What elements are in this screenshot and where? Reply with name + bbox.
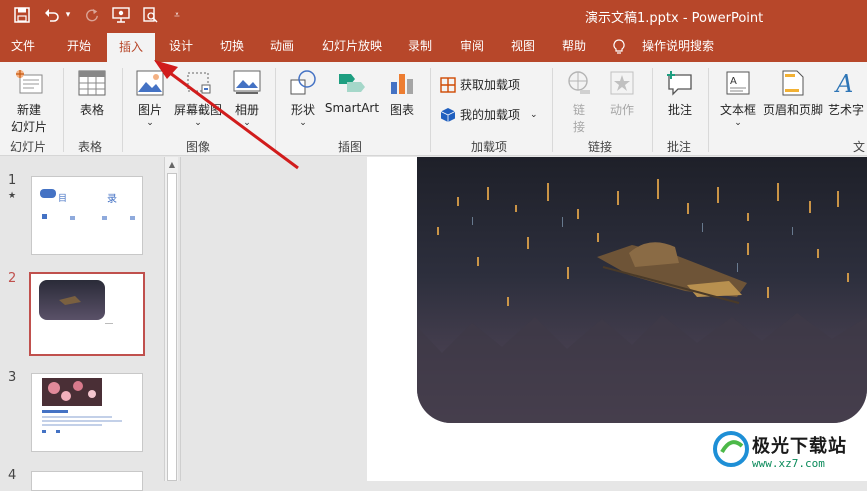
smartart-icon (337, 68, 367, 98)
comment-button[interactable]: 批注 (662, 68, 698, 118)
action-button: 动作 (603, 68, 641, 118)
new-slide-icon (14, 68, 44, 98)
action-star-icon (607, 68, 637, 98)
slide-thumbnail-4[interactable] (31, 471, 143, 491)
wordart-icon: A (831, 68, 861, 98)
tab-file[interactable]: 文件 (0, 31, 46, 62)
chart-label: 图表 (389, 103, 414, 117)
wordart-button[interactable]: A 艺术字 (826, 68, 866, 118)
title-bar: ▾ ⩡ 演示文稿1.pptx - PowerPoint (0, 0, 867, 31)
group-illustrations-label: 插图 (338, 140, 363, 154)
textbox-label: 文本框 (719, 103, 756, 117)
slide-thumbnail-3[interactable] (31, 373, 143, 452)
presenter-icon[interactable] (110, 5, 132, 25)
group-divider (122, 68, 123, 152)
tell-me-search[interactable]: 操作说明搜索 (635, 31, 721, 62)
slide-picture[interactable] (417, 157, 867, 423)
thumb-title-left: 目 (58, 194, 68, 204)
table-button[interactable]: 表格 (72, 68, 112, 118)
action-label: 动作 (609, 103, 634, 117)
get-addins-button[interactable]: 获取加载项 (440, 76, 520, 93)
new-slide-label-2: 幻灯片 (10, 120, 47, 134)
slide-number: 1 (8, 173, 17, 188)
save-icon[interactable] (12, 5, 32, 25)
chevron-down-icon: ⌄ (734, 118, 742, 128)
tab-home[interactable]: 开始 (56, 31, 102, 62)
customize-qat-icon[interactable]: ⩡ (170, 5, 184, 25)
redo-icon (82, 5, 102, 25)
textbox-button[interactable]: A 文本框 ⌄ (716, 68, 760, 128)
store-icon (440, 76, 456, 93)
link-label-2: 接 (572, 120, 585, 134)
header-footer-button[interactable]: 页眉和页脚 (760, 68, 826, 118)
group-links-label: 链接 (588, 140, 613, 154)
group-comments-label: 批注 (667, 140, 692, 154)
chart-icon (387, 68, 417, 98)
new-slide-label-1: 新建 (16, 103, 41, 117)
thumb-title-right: 录 (107, 194, 117, 205)
undo-icon[interactable] (42, 5, 62, 25)
comment-icon (665, 68, 695, 98)
watermark-logo-icon (712, 430, 750, 472)
smartart-button[interactable]: SmartArt (324, 68, 380, 115)
slide-number: 2 (8, 271, 17, 286)
my-addins-button[interactable]: 我的加载项 ⌄ (440, 106, 538, 123)
lightbulb-icon[interactable] (609, 31, 629, 62)
globe-link-icon (564, 68, 594, 98)
scroll-thumb[interactable] (167, 173, 177, 481)
new-slide-button[interactable]: 新建 幻灯片 (4, 68, 54, 135)
group-divider (430, 68, 431, 152)
ribbon-tabs: 文件 开始 插入 设计 切换 动画 幻灯片放映 录制 审阅 视图 帮助 操作说明… (0, 31, 867, 62)
print-preview-icon[interactable] (140, 5, 160, 25)
chart-button[interactable]: 图表 (384, 68, 420, 118)
chevron-down-icon: ⌄ (530, 109, 538, 120)
watermark-url: www.xz7.com (752, 457, 825, 470)
tab-help[interactable]: 帮助 (551, 31, 597, 62)
tab-view[interactable]: 视图 (500, 31, 546, 62)
group-divider (63, 68, 64, 152)
watermark-brand: 极光下载站 (752, 436, 847, 457)
wordart-label: 艺术字 (827, 103, 864, 117)
group-slides-label: 幻灯片 (10, 140, 47, 154)
header-footer-label: 页眉和页脚 (762, 103, 823, 117)
svg-text:A: A (834, 70, 853, 96)
group-tables-label: 表格 (78, 140, 103, 154)
document-title: 演示文稿1.pptx - PowerPoint (585, 11, 764, 26)
slide-thumbnail-2[interactable] (29, 272, 145, 356)
annotation-arrow-icon (154, 60, 299, 170)
slide-thumbnail-1[interactable] (31, 176, 143, 255)
comment-label: 批注 (667, 103, 692, 117)
svg-text:A: A (730, 76, 737, 87)
tab-review[interactable]: 审阅 (449, 31, 495, 62)
slide-thumbnail-pane: 1 ★ 目 录 2 3 4 (0, 157, 180, 491)
header-footer-icon (778, 68, 808, 98)
get-addins-label: 获取加载项 (460, 78, 521, 92)
table-icon (77, 68, 107, 98)
slide-number: 3 (8, 370, 17, 385)
thumbnail-scrollbar[interactable]: ▲ (164, 157, 178, 481)
textbox-icon: A (723, 68, 753, 98)
ribbon-insert: 新建 幻灯片 幻灯片 表格 表格 图片 ⌄ 屏幕截图 ⌄ 相册 ⌄ 图像 形状 … (0, 62, 867, 156)
addin-cube-icon (440, 107, 456, 122)
link-button: 链 接 (562, 68, 596, 135)
group-divider (552, 68, 553, 152)
group-text-label: 文 (853, 140, 866, 154)
link-label-1: 链 (572, 103, 585, 117)
animation-star-icon: ★ (8, 191, 17, 201)
my-addins-label: 我的加载项 (460, 108, 521, 122)
table-label: 表格 (79, 103, 104, 117)
tab-slideshow[interactable]: 幻灯片放映 (314, 31, 390, 62)
smartart-label: SmartArt (324, 101, 380, 115)
group-addins-label: 加载项 (471, 140, 508, 154)
undo-dropdown-icon[interactable]: ▾ (63, 5, 73, 25)
group-divider (652, 68, 653, 152)
tab-record[interactable]: 录制 (397, 31, 443, 62)
group-divider (708, 68, 709, 152)
